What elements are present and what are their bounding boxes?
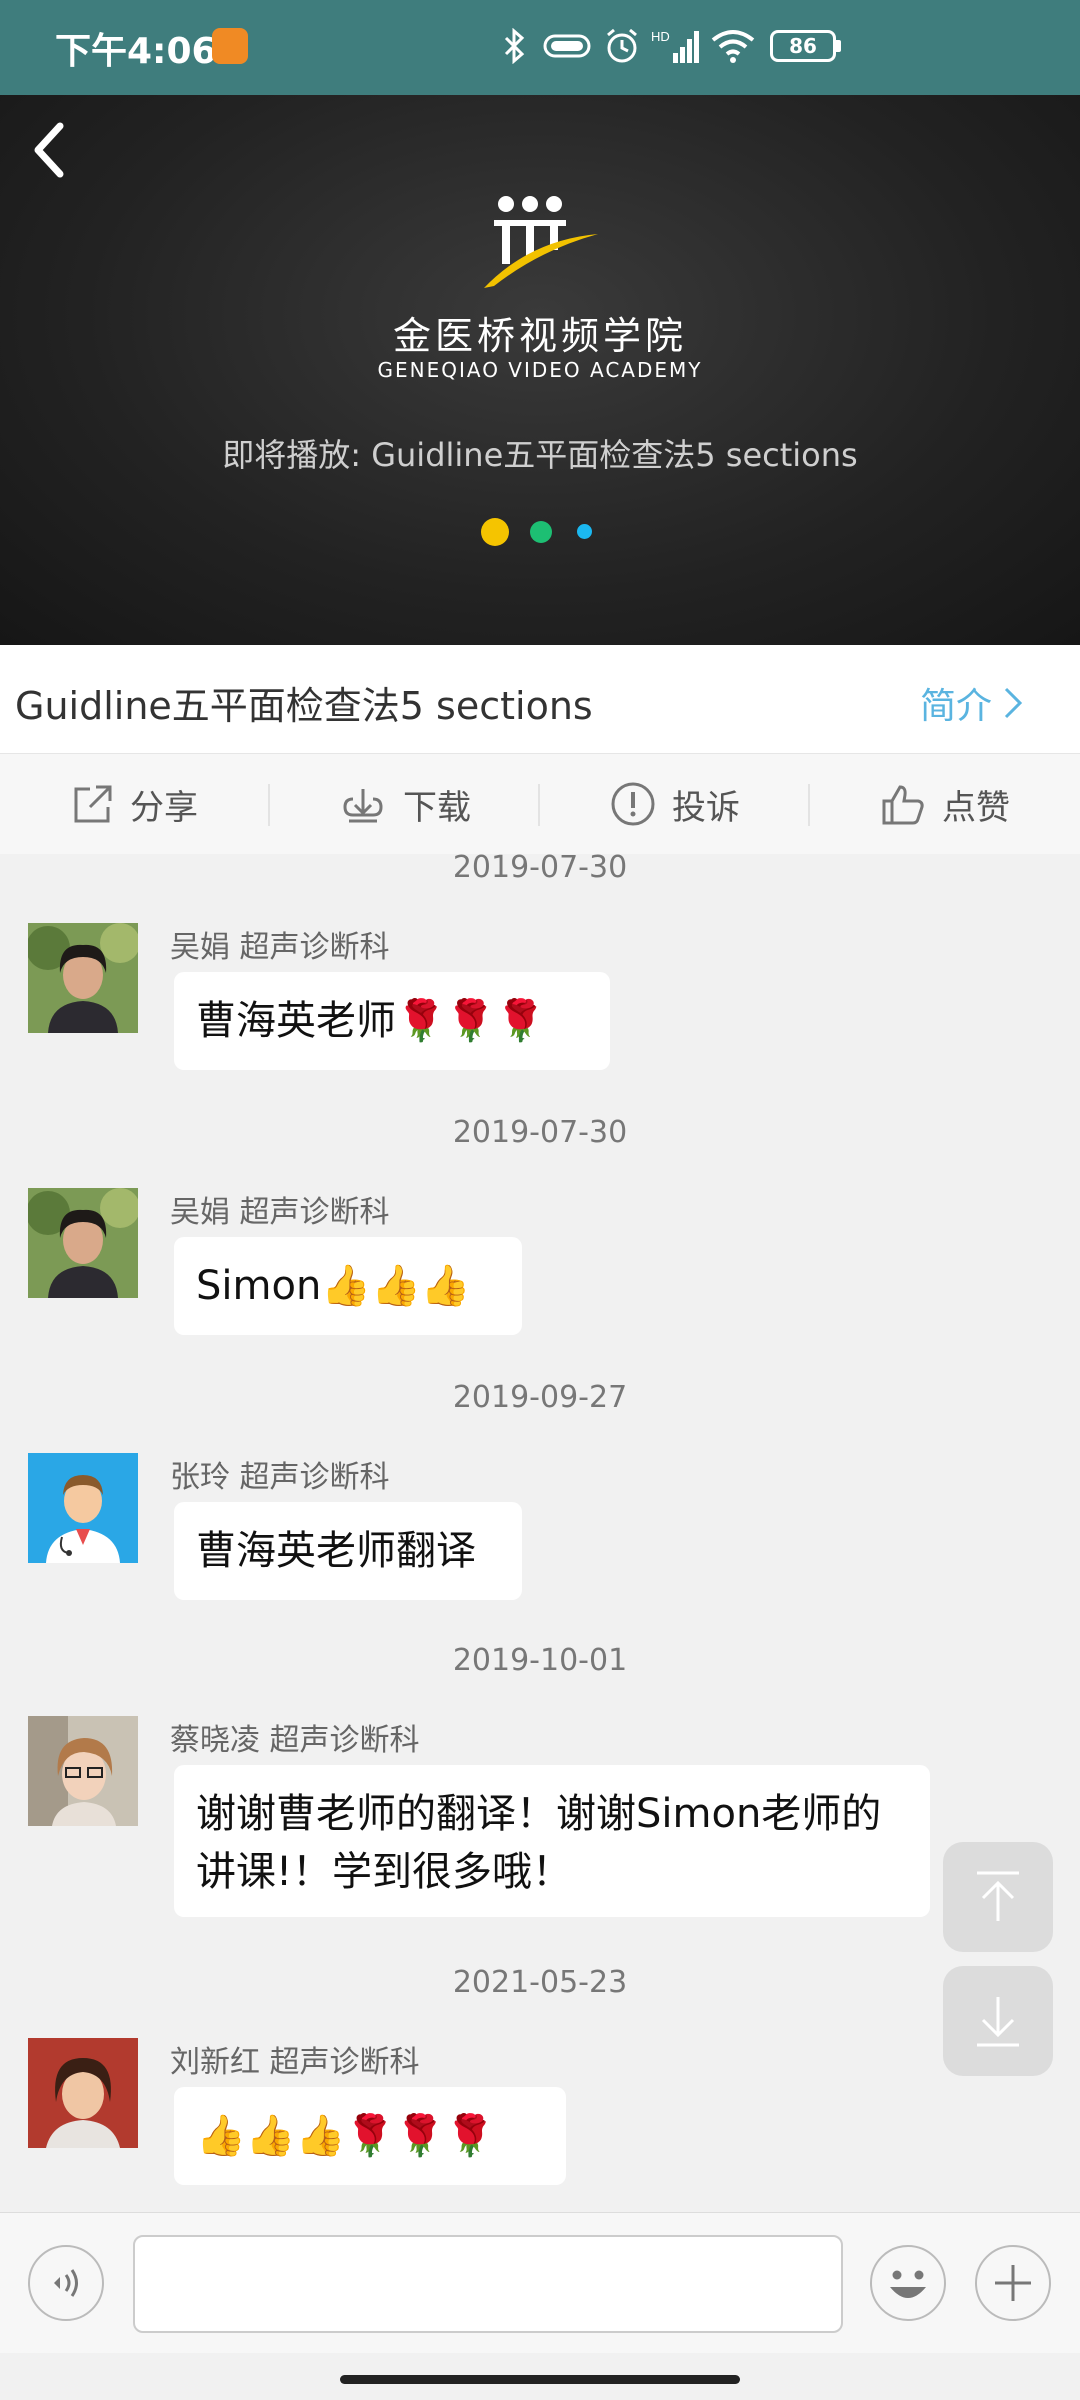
message-bubble[interactable]: 👍👍👍🌹🌹🌹 xyxy=(174,2087,566,2185)
loading-dot-3 xyxy=(577,524,592,539)
academy-logo-icon xyxy=(480,190,600,300)
message-input-bar xyxy=(0,2212,1080,2353)
battery-saver-icon xyxy=(540,26,596,66)
scroll-to-bottom-button[interactable] xyxy=(943,1966,1053,2076)
report-button[interactable]: 投诉 xyxy=(540,754,810,854)
plus-icon xyxy=(995,2265,1031,2301)
sender-dept: 超声诊断科 xyxy=(239,1195,390,1230)
message-input[interactable] xyxy=(133,2235,843,2333)
emoji-icon xyxy=(890,2270,926,2298)
share-button[interactable]: 分享 xyxy=(0,754,270,854)
doctor-avatar-icon[interactable] xyxy=(28,1453,138,1563)
download-label: 下载 xyxy=(403,787,471,828)
status-bar: 下午4:06 HD 86 xyxy=(0,0,1080,95)
voice-icon xyxy=(54,2269,78,2297)
chevron-right-icon xyxy=(1004,687,1023,719)
video-title-row: Guidline五平面检查法5 sections 简介 xyxy=(0,645,1080,753)
sender-name: 吴娟 超声诊断科 xyxy=(170,1187,390,1231)
avatar[interactable] xyxy=(28,2038,138,2148)
loading-dot-2 xyxy=(530,521,552,543)
sender-name-text: 吴娟 xyxy=(170,1195,230,1230)
sender-name-text: 张玲 xyxy=(170,1460,230,1495)
like-button[interactable]: 点赞 xyxy=(810,754,1080,854)
message-bubble[interactable]: 曹海英老师🌹🌹🌹 xyxy=(174,972,610,1070)
download-button[interactable]: 下载 xyxy=(270,754,540,854)
download-icon xyxy=(343,789,383,823)
message-bubble[interactable]: Simon👍👍👍 xyxy=(174,1237,522,1335)
more-options-button[interactable] xyxy=(975,2245,1051,2321)
message-date: 2019-09-27 xyxy=(452,1380,628,1415)
sender-dept: 超声诊断科 xyxy=(269,2045,420,2080)
emoji-button[interactable] xyxy=(870,2245,946,2321)
logo-text-cn: 金医桥视频学院 xyxy=(392,314,687,358)
sender-dept: 超声诊断科 xyxy=(239,1460,390,1495)
sender-dept: 超声诊断科 xyxy=(239,930,390,965)
arrow-to-bottom-icon xyxy=(977,1997,1019,2047)
arrow-to-top-icon xyxy=(977,1871,1019,1921)
status-time: 下午4:06 xyxy=(55,31,217,72)
battery-tip xyxy=(836,40,841,52)
back-arrow-icon xyxy=(34,122,64,178)
avatar[interactable] xyxy=(28,1188,138,1298)
video-title: Guidline五平面检查法5 sections xyxy=(15,684,593,728)
report-icon xyxy=(611,782,655,826)
battery-level: 86 xyxy=(789,34,817,58)
svg-text:HD: HD xyxy=(651,29,670,44)
avatar[interactable] xyxy=(28,1716,138,1826)
message-bubble[interactable]: 谢谢曹老师的翻译！谢谢Simon老师的讲课!！学到很多哦！ xyxy=(174,1765,930,1917)
logo-text-en: GENEQIAO VIDEO ACADEMY xyxy=(377,358,703,382)
sender-name: 吴娟 超声诊断科 xyxy=(170,922,390,966)
sender-name-text: 吴娟 xyxy=(170,930,230,965)
message-date: 2019-10-01 xyxy=(452,1643,628,1678)
sender-name: 刘新红 超声诊断科 xyxy=(170,2037,420,2081)
sender-name-text: 蔡晓凌 xyxy=(170,1723,260,1758)
like-icon xyxy=(882,785,924,825)
intro-label: 简介 xyxy=(920,686,993,727)
back-button[interactable] xyxy=(20,110,80,190)
app-notification-icon xyxy=(212,28,248,64)
bluetooth-icon xyxy=(495,26,535,66)
intro-link[interactable]: 简介 xyxy=(920,677,1024,729)
loading-dot-1 xyxy=(481,518,509,546)
message-bubble[interactable]: 曹海英老师翻译 xyxy=(174,1502,522,1600)
battery-icon: 86 xyxy=(770,30,836,62)
share-icon xyxy=(74,785,112,823)
message-date: 2019-07-30 xyxy=(452,850,628,885)
action-bar: 分享 下载 投诉 点赞 xyxy=(0,753,1080,854)
sender-name: 蔡晓凌 超声诊断科 xyxy=(170,1715,420,1759)
message-date: 2021-05-23 xyxy=(452,1965,628,2000)
share-label: 分享 xyxy=(130,787,198,828)
home-indicator[interactable] xyxy=(340,2375,740,2384)
sender-dept: 超声诊断科 xyxy=(269,1723,420,1758)
signal-icon: HD xyxy=(650,26,700,66)
alarm-icon xyxy=(600,26,644,66)
scroll-to-top-button[interactable] xyxy=(943,1842,1053,1952)
like-label: 点赞 xyxy=(942,787,1010,828)
wifi-icon xyxy=(708,26,758,66)
avatar[interactable] xyxy=(28,923,138,1033)
sender-name: 张玲 超声诊断科 xyxy=(170,1452,390,1496)
message-date: 2019-07-30 xyxy=(452,1115,628,1150)
voice-input-button[interactable] xyxy=(28,2245,104,2321)
report-label: 投诉 xyxy=(672,787,740,828)
up-next-label: 即将播放: Guidline五平面检查法5 sections xyxy=(222,436,858,474)
sender-name-text: 刘新红 xyxy=(170,2045,260,2080)
